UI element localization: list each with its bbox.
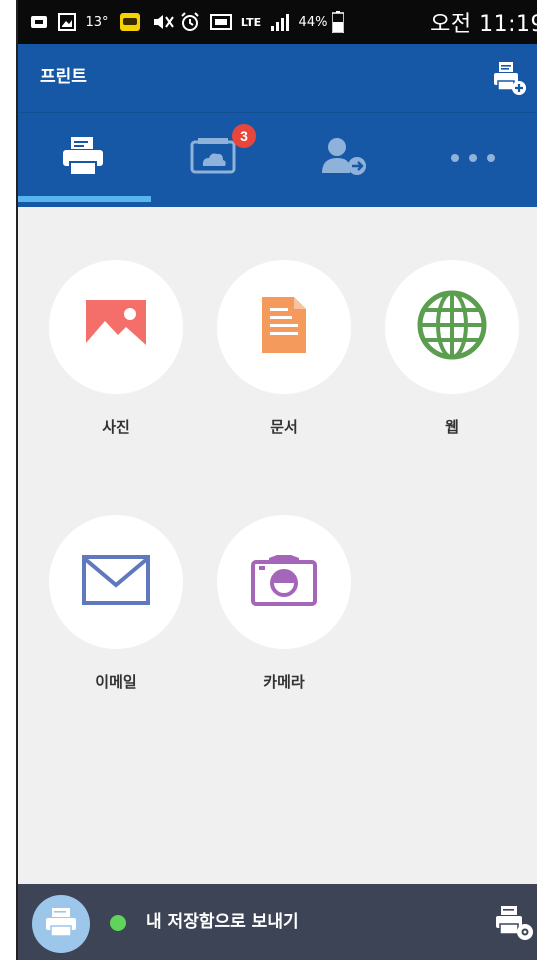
print-option-web[interactable]: 웹 [384,260,520,437]
globe-icon [417,290,487,364]
signal-icon [268,0,292,44]
page-title: 프린트 [40,67,87,87]
printer-plus-icon[interactable] [489,58,529,98]
email-button[interactable] [49,515,183,649]
mute-icon [150,0,176,44]
photo-icon [85,299,147,355]
web-button[interactable] [385,260,519,394]
print-option-photo[interactable]: 사진 [48,260,184,437]
app-frame: 13° LTE 44% 오전 11:19 프린트 3 사진 문서 웹 이메일 카… [18,0,537,960]
bottom-bar[interactable]: 내 저장함으로 보내기 [18,884,537,960]
data-sync-icon [208,0,234,44]
left-edge [0,0,18,960]
more-dots-icon [449,149,497,168]
tab-bar: 3 [18,112,537,207]
app-header: 프린트 [18,44,537,112]
tab-more[interactable] [408,113,537,203]
tab-user[interactable] [278,113,408,203]
gallery-notification-icon [56,0,78,44]
network-type: LTE [240,15,262,29]
default-printer-avatar[interactable] [32,895,90,953]
cloud-print-icon: 3 [188,124,256,180]
status-bar: 13° LTE 44% 오전 11:19 [18,0,537,44]
battery-percent: 44% [298,14,328,30]
web-label: 웹 [445,418,459,436]
print-option-camera[interactable]: 카메라 [216,515,352,692]
talk-notification-icon [118,0,142,44]
printer-icon [61,136,105,180]
document-icon [261,296,307,358]
notification-icon [28,0,50,44]
alarm-icon [178,0,202,44]
clock: 오전 11:19 [430,12,537,37]
mail-icon [82,555,150,609]
photo-button[interactable] [49,260,183,394]
tab-cloud[interactable]: 3 [148,113,278,203]
camera-label: 카메라 [263,673,305,691]
user-share-icon [318,136,368,180]
document-label: 문서 [270,418,298,436]
print-option-email[interactable]: 이메일 [48,515,184,692]
battery-icon [330,0,346,44]
photo-label: 사진 [102,418,130,436]
camera-button[interactable] [217,515,351,649]
active-tab-indicator [18,196,151,202]
printer-status-dot [110,915,126,931]
tab-printer[interactable] [18,113,148,203]
print-option-document[interactable]: 문서 [216,260,352,437]
selected-printer-label: 내 저장함으로 보내기 [146,912,299,932]
printer-icon [44,907,78,941]
printer-settings-icon[interactable] [493,902,537,942]
document-button[interactable] [217,260,351,394]
cloud-badge: 3 [232,124,256,148]
camera-icon [251,554,317,610]
weather-temperature: 13° [85,14,109,30]
email-label: 이메일 [95,673,137,691]
